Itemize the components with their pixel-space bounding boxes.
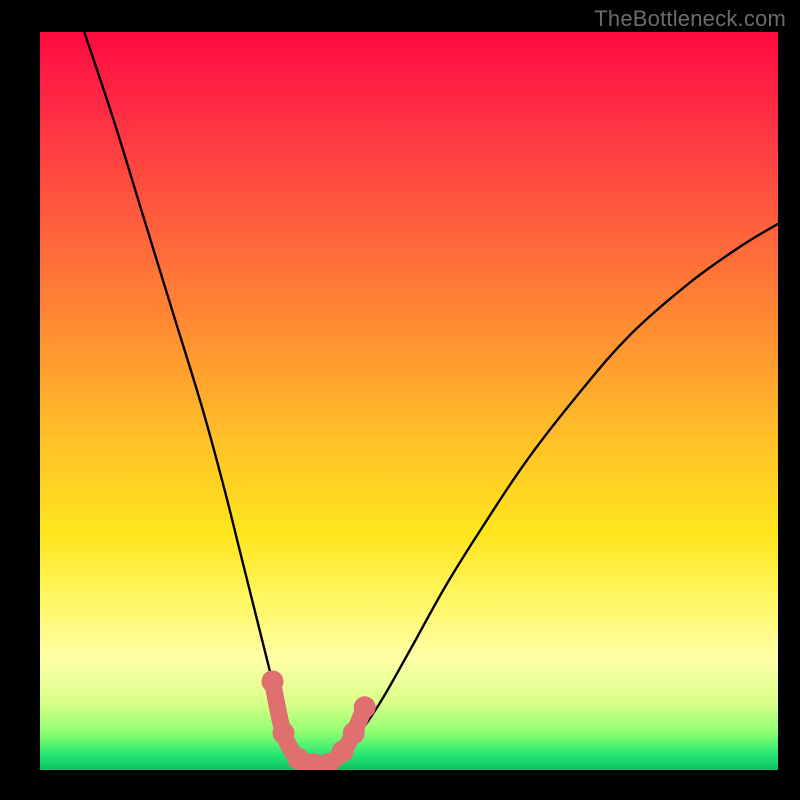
plot-area xyxy=(40,32,778,770)
marker-layer xyxy=(261,670,375,770)
marker-dot xyxy=(354,696,376,718)
chart-frame: TheBottleneck.com xyxy=(0,0,800,800)
marker-dot xyxy=(273,722,295,744)
marker-dot xyxy=(343,722,365,744)
watermark-label: TheBottleneck.com xyxy=(594,6,786,32)
bottleneck-curve xyxy=(84,32,778,765)
marker-dot xyxy=(261,670,283,692)
bottleneck-curve-svg xyxy=(40,32,778,770)
marker-dot xyxy=(332,741,354,763)
curve-layer xyxy=(84,32,778,765)
